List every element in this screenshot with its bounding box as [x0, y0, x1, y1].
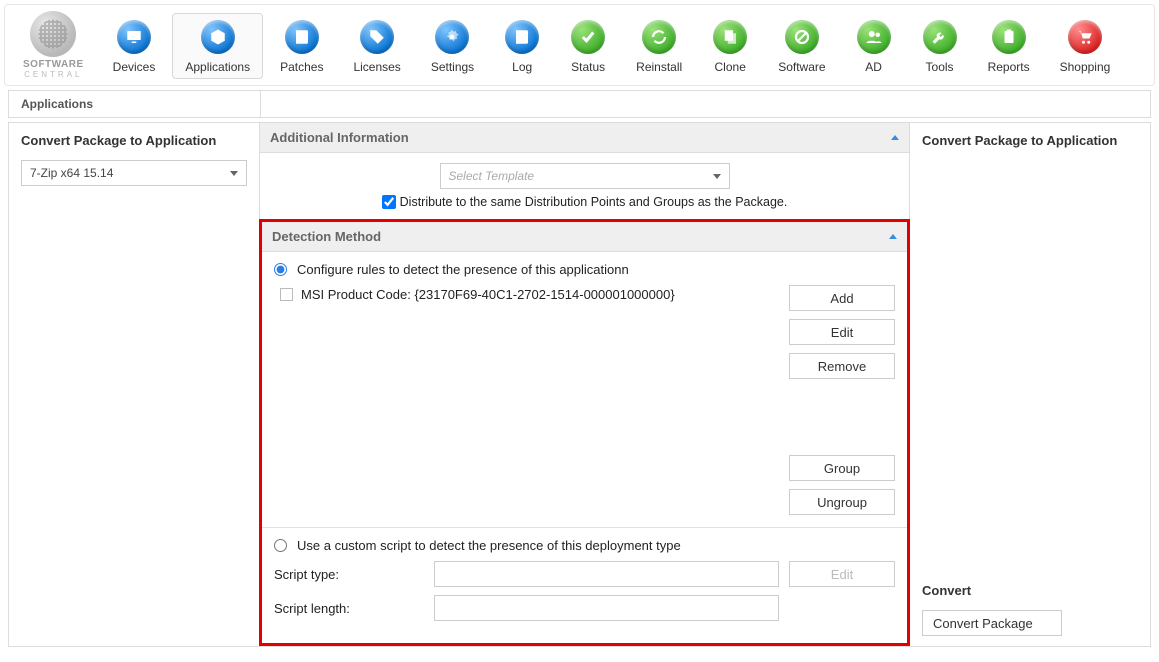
- chevron-down-icon: [713, 174, 721, 179]
- script-radio-label: Use a custom script to detect the presen…: [297, 538, 681, 553]
- ad-icon: [857, 20, 891, 54]
- convert-title: Convert: [922, 583, 1138, 598]
- toolbar-settings[interactable]: Settings: [418, 13, 487, 79]
- toolbar-label: Applications: [185, 60, 250, 74]
- toolbar-label: Devices: [113, 60, 156, 74]
- chevron-down-icon: [230, 171, 238, 176]
- toolbar-log[interactable]: Log: [491, 13, 553, 79]
- logo-brand: SOFTWARE: [23, 59, 84, 70]
- toolbar-clone[interactable]: Clone: [699, 13, 761, 79]
- rule-item[interactable]: MSI Product Code: {23170F69-40C1-2702-15…: [274, 285, 781, 304]
- software-icon: [785, 20, 819, 54]
- settings-icon: [435, 20, 469, 54]
- toolbar-applications[interactable]: Applications: [172, 13, 263, 79]
- left-panel: Convert Package to Application 7-Zip x64…: [8, 122, 260, 647]
- package-select[interactable]: 7-Zip x64 15.14: [21, 160, 247, 186]
- toolbar-label: Reinstall: [636, 60, 682, 74]
- tools-icon: [923, 20, 957, 54]
- distribute-label: Distribute to the same Distribution Poin…: [400, 195, 788, 209]
- center-panel: Additional Information Select Template D…: [260, 122, 909, 647]
- toolbar-licenses[interactable]: Licenses: [340, 13, 413, 79]
- script-type-input[interactable]: [434, 561, 779, 587]
- additional-info-header[interactable]: Additional Information: [260, 123, 909, 153]
- rules-radio[interactable]: [274, 263, 287, 276]
- log-icon: [505, 20, 539, 54]
- toolbar-reports[interactable]: Reports: [975, 13, 1043, 79]
- toolbar-label: Shopping: [1060, 60, 1111, 74]
- shopping-icon: [1068, 20, 1102, 54]
- package-select-value: 7-Zip x64 15.14: [30, 166, 113, 180]
- breadcrumb-bar: Applications: [8, 90, 1151, 118]
- rules-list[interactable]: MSI Product Code: {23170F69-40C1-2702-15…: [274, 285, 781, 515]
- group-button[interactable]: Group: [789, 455, 895, 481]
- licenses-icon: [360, 20, 394, 54]
- logo-sub: CENTRAL: [24, 70, 82, 79]
- main-toolbar: SOFTWARE CENTRAL Devices Applications Patc…: [4, 4, 1155, 86]
- toolbar-reinstall[interactable]: Reinstall: [623, 13, 695, 79]
- collapse-icon: [889, 234, 897, 239]
- reports-icon: [992, 20, 1026, 54]
- toolbar-label: Software: [778, 60, 825, 74]
- toolbar-tools[interactable]: Tools: [909, 13, 971, 79]
- script-length-label: Script length:: [274, 601, 424, 616]
- toolbar-patches[interactable]: Patches: [267, 13, 336, 79]
- convert-package-button[interactable]: Convert Package: [922, 610, 1062, 636]
- toolbar-software[interactable]: Software: [765, 13, 838, 79]
- toolbar-label: Tools: [926, 60, 954, 74]
- toolbar-label: Log: [512, 60, 532, 74]
- toolbar-label: Clone: [715, 60, 746, 74]
- toolbar-shopping[interactable]: Shopping: [1047, 13, 1124, 79]
- edit-button[interactable]: Edit: [789, 319, 895, 345]
- patches-icon: [285, 20, 319, 54]
- toolbar-status[interactable]: Status: [557, 13, 619, 79]
- status-icon: [571, 20, 605, 54]
- remove-button[interactable]: Remove: [789, 353, 895, 379]
- devices-icon: [117, 20, 151, 54]
- app-logo: SOFTWARE CENTRAL: [9, 11, 98, 79]
- add-button[interactable]: Add: [789, 285, 895, 311]
- distribute-checkbox[interactable]: [382, 195, 396, 209]
- rule-text: MSI Product Code: {23170F69-40C1-2702-15…: [301, 287, 675, 302]
- edit-script-button[interactable]: Edit: [789, 561, 895, 587]
- toolbar-devices[interactable]: Devices: [100, 13, 169, 79]
- detection-method-highlight: Detection Method Configure rules to dete…: [259, 219, 910, 646]
- toolbar-label: Settings: [431, 60, 474, 74]
- script-length-input[interactable]: [434, 595, 779, 621]
- toolbar-label: Licenses: [353, 60, 400, 74]
- right-title: Convert Package to Application: [922, 133, 1138, 148]
- toolbar-label: Reports: [988, 60, 1030, 74]
- breadcrumb: Applications: [9, 91, 261, 117]
- reinstall-icon: [642, 20, 676, 54]
- template-select[interactable]: Select Template: [440, 163, 730, 189]
- script-radio[interactable]: [274, 539, 287, 552]
- toolbar-ad[interactable]: AD: [843, 13, 905, 79]
- template-placeholder: Select Template: [449, 169, 535, 183]
- left-title: Convert Package to Application: [21, 133, 247, 148]
- clone-icon: [713, 20, 747, 54]
- toolbar-label: AD: [865, 60, 882, 74]
- toolbar-label: Patches: [280, 60, 323, 74]
- rule-checkbox[interactable]: [280, 288, 293, 301]
- script-type-label: Script type:: [274, 567, 424, 582]
- logo-icon: [30, 11, 76, 57]
- toolbar-label: Status: [571, 60, 605, 74]
- detection-method-header[interactable]: Detection Method: [262, 222, 907, 252]
- applications-icon: [201, 20, 235, 54]
- right-panel: Convert Package to Application Convert C…: [909, 122, 1151, 647]
- collapse-icon: [891, 135, 899, 140]
- ungroup-button[interactable]: Ungroup: [789, 489, 895, 515]
- rules-radio-label: Configure rules to detect the presence o…: [297, 262, 629, 277]
